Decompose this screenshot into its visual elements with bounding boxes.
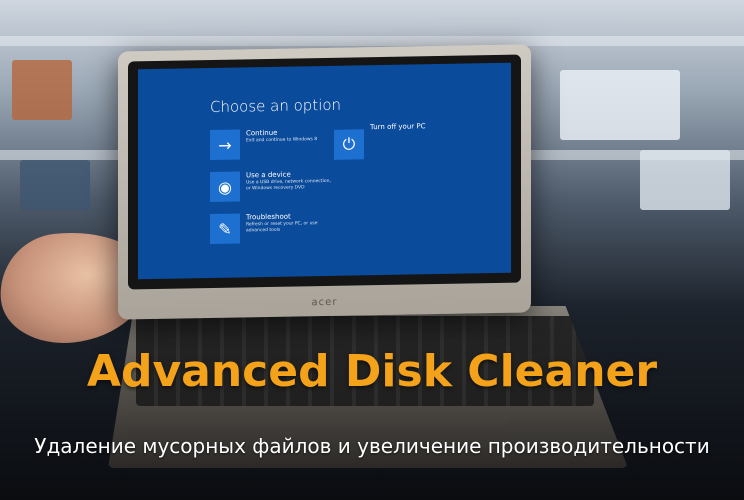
background-product (640, 150, 730, 210)
background-product (20, 160, 90, 210)
option-label: Turn off your PC (370, 122, 426, 132)
option-turn-off[interactable]: ⏻ Turn off your PC (334, 122, 425, 160)
disc-icon: ◉ (210, 171, 240, 202)
option-troubleshoot[interactable]: ✎ Troubleshoot Refresh or reset your PC,… (210, 212, 336, 244)
laptop-brand-logo: acer (311, 296, 338, 309)
option-use-device[interactable]: ◉ Use a device Use a USB drive, network … (210, 170, 336, 202)
option-desc: Exit and continue to Windows 8 (246, 137, 318, 144)
option-continue[interactable]: → Continue Exit and continue to Windows … (210, 128, 317, 160)
background-product (12, 60, 72, 120)
laptop-lid: Choose an option → Continue Exit and con… (118, 44, 531, 320)
background-product (560, 70, 680, 140)
recovery-screen: Choose an option → Continue Exit and con… (138, 62, 511, 280)
background-shelf (0, 36, 744, 46)
screen-title: Choose an option (210, 95, 342, 116)
promo-image: Choose an option → Continue Exit and con… (0, 0, 744, 500)
option-desc: Use a USB drive, network connection, or … (246, 178, 331, 192)
screen-bezel: Choose an option → Continue Exit and con… (128, 54, 521, 290)
subheadline: Удаление мусорных файлов и увеличение пр… (34, 434, 710, 458)
arrow-right-icon: → (210, 129, 240, 160)
headline: Advanced Disk Cleaner (86, 346, 658, 397)
option-desc: Refresh or reset your PC, or use advance… (246, 221, 318, 234)
power-icon: ⏻ (334, 129, 364, 160)
tools-icon: ✎ (210, 213, 240, 244)
